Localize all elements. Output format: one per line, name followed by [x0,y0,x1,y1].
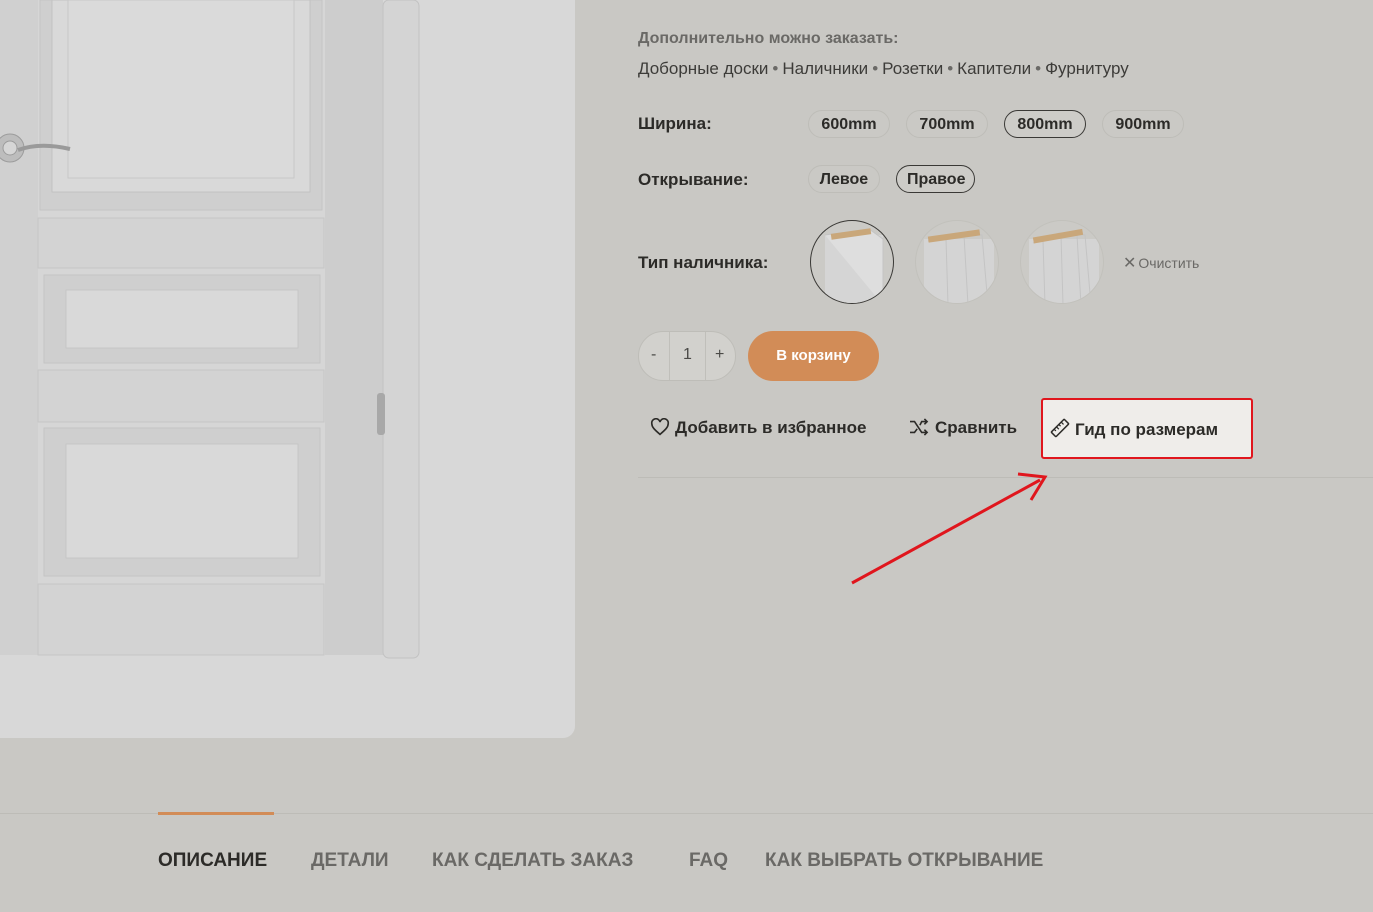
tab-faq[interactable]: FAQ [689,850,728,872]
annotation-arrow [851,472,1048,585]
tab-details[interactable]: ДЕТАЛИ [311,850,389,872]
tab-choose-opening[interactable]: КАК ВЫБРАТЬ ОТКРЫВАНИЕ [765,850,1043,872]
tab-description[interactable]: ОПИСАНИЕ [158,850,267,872]
active-tab-indicator [158,812,274,815]
tab-how-to-order[interactable]: КАК СДЕЛАТЬ ЗАКАЗ [432,850,633,872]
product-page: Дополнительно можно заказать: Доборные д… [0,0,1373,912]
